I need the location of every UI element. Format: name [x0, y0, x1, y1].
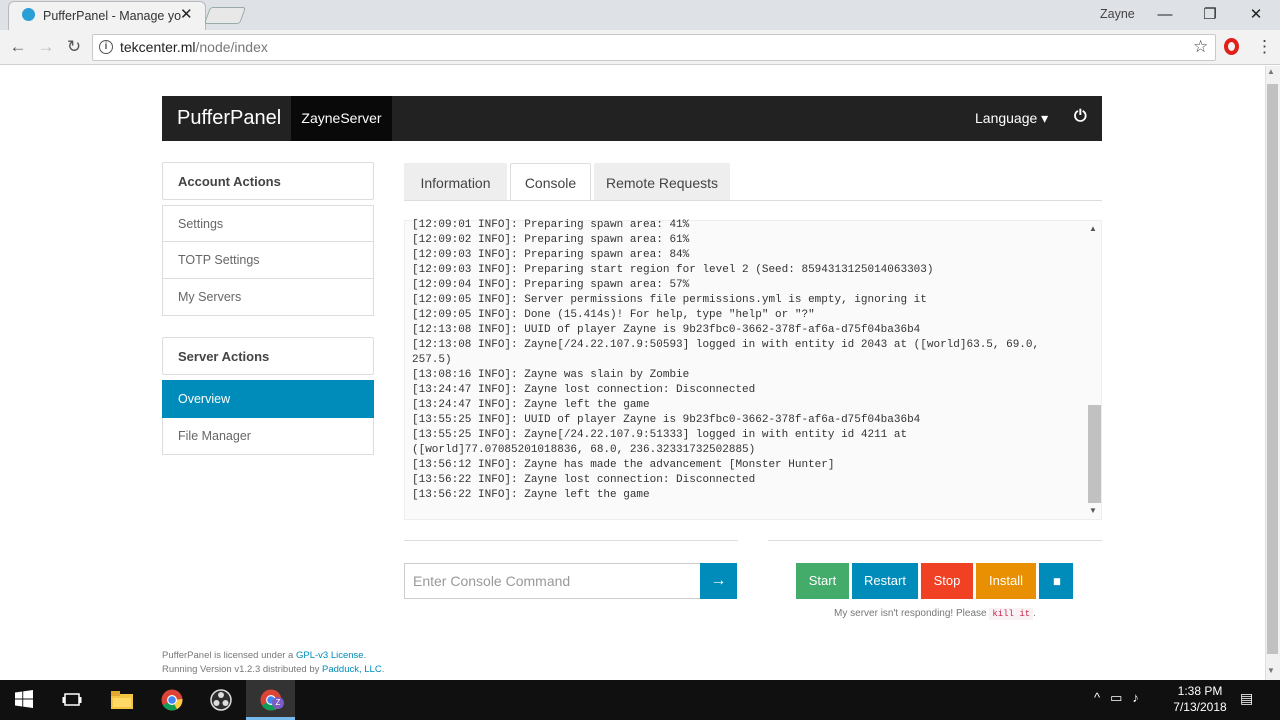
sidebar-item-overview[interactable]: Overview [162, 380, 374, 418]
sidebar-item-settings[interactable]: Settings [162, 205, 374, 242]
tab-information[interactable]: Information [404, 163, 507, 201]
browser-tab[interactable]: PufferPanel - Manage yo [8, 1, 206, 30]
clock-date: 7/13/2018 [1173, 700, 1227, 714]
page-footer: PufferPanel is licensed under a GPL-v3 L… [162, 649, 384, 677]
tab-console[interactable]: Console [510, 163, 591, 201]
chrome-icon[interactable] [147, 680, 197, 720]
divider-right [768, 540, 1102, 541]
sidebar-item-totp-settings[interactable]: TOTP Settings [162, 242, 374, 279]
restart-button[interactable]: Restart [852, 563, 918, 599]
site-info-icon[interactable]: i [99, 40, 113, 54]
kill-note: My server isn't responding! Please kill … [780, 608, 1090, 620]
tab-close-icon[interactable]: ✕ [180, 5, 193, 23]
clock-time: 1:38 PM [1177, 684, 1223, 698]
footer-license-line: PufferPanel is licensed under a GPL-v3 L… [162, 649, 384, 663]
url-host: tekcenter.ml [120, 39, 196, 55]
pause-button[interactable]: ▮▮ [1039, 563, 1073, 599]
forward-button[interactable]: → [34, 36, 58, 58]
sidebar-item-my-servers[interactable]: My Servers [162, 279, 374, 316]
tab-divider [404, 200, 1102, 201]
kill-note-suffix: . [1033, 608, 1036, 619]
tray-chevron-icon[interactable]: ^ [1094, 690, 1110, 705]
kill-link[interactable]: kill it [989, 608, 1034, 620]
obs-icon[interactable] [196, 680, 246, 720]
page-scrollbar-thumb[interactable] [1267, 84, 1278, 654]
browser-menu-icon[interactable]: ⋮ [1256, 37, 1273, 57]
restore-button[interactable]: ❐ [1188, 3, 1232, 27]
divider-left [404, 540, 738, 541]
footer-version-prefix: Running Version v1.2.3 distributed by [162, 664, 323, 675]
page-scroll-up-icon[interactable]: ▲ [1267, 67, 1275, 76]
back-button[interactable]: ← [6, 36, 30, 58]
url-path: /node/index [195, 39, 268, 55]
file-explorer-icon[interactable] [97, 680, 147, 720]
task-view-icon[interactable] [47, 680, 97, 720]
logout-power-icon[interactable]: ⏻ [1074, 108, 1087, 126]
padduck-link[interactable]: Padduck, LLC [322, 664, 382, 675]
stop-button[interactable]: Stop [921, 563, 973, 599]
tab-remote-requests[interactable]: Remote Requests [594, 163, 730, 201]
footer-license-prefix: PufferPanel is licensed under a [162, 650, 296, 661]
minimize-button[interactable]: — [1143, 3, 1187, 27]
server-actions-header: Server Actions [162, 337, 374, 375]
license-link[interactable]: GPL-v3 License [296, 650, 364, 661]
chrome-profile-badge: Z [272, 697, 284, 709]
browser-profile[interactable]: Zayne [1100, 7, 1135, 21]
close-window-button[interactable]: ✕ [1234, 3, 1278, 27]
opera-extension-icon[interactable] [1224, 38, 1239, 55]
send-command-button[interactable]: → [700, 563, 737, 599]
console-scrollbar-thumb[interactable] [1088, 405, 1101, 503]
chrome-profile-icon[interactable] [246, 680, 296, 720]
brand-link[interactable]: PufferPanel [177, 107, 281, 130]
console-command-input[interactable] [404, 563, 701, 599]
server-name-link[interactable]: ZayneServer [291, 96, 392, 141]
network-icon[interactable]: ▭ [1110, 690, 1132, 705]
console-scroll-down-icon[interactable]: ▼ [1089, 506, 1097, 515]
favicon-icon [22, 8, 35, 21]
tab-title: PufferPanel - Manage yo [43, 9, 182, 23]
footer-license-suffix: . [363, 650, 367, 661]
volume-icon[interactable]: ♪ [1132, 690, 1149, 705]
bookmark-star-icon[interactable]: ☆ [1193, 37, 1208, 57]
address-bar[interactable]: tekcenter.ml/node/index [92, 34, 1216, 61]
reload-button[interactable]: ↻ [62, 36, 86, 58]
taskbar-clock[interactable]: 1:38 PM 7/13/2018 [1160, 683, 1240, 715]
account-actions-header: Account Actions [162, 162, 374, 200]
system-tray-icons[interactable]: ^▭♪ [1094, 690, 1149, 706]
install-button[interactable]: Install [976, 563, 1036, 599]
new-tab-button[interactable] [203, 7, 247, 24]
page-scroll-down-icon[interactable]: ▼ [1267, 666, 1275, 675]
footer-version-line: Running Version v1.2.3 distributed by Pa… [162, 663, 384, 677]
footer-version-suffix: . [381, 664, 385, 675]
sidebar-item-file-manager[interactable]: File Manager [162, 418, 374, 455]
language-dropdown[interactable]: Language ▾ [975, 110, 1048, 127]
console-log-text: [12:09:01 INFO]: Preparing spawn area: 4… [412, 219, 1040, 501]
action-center-icon[interactable]: ▤ [1240, 690, 1253, 707]
windows-start-icon[interactable] [15, 690, 33, 708]
kill-note-text: My server isn't responding! Please [834, 608, 987, 619]
console-scroll-up-icon[interactable]: ▲ [1089, 224, 1097, 233]
start-button[interactable]: Start [796, 563, 849, 599]
